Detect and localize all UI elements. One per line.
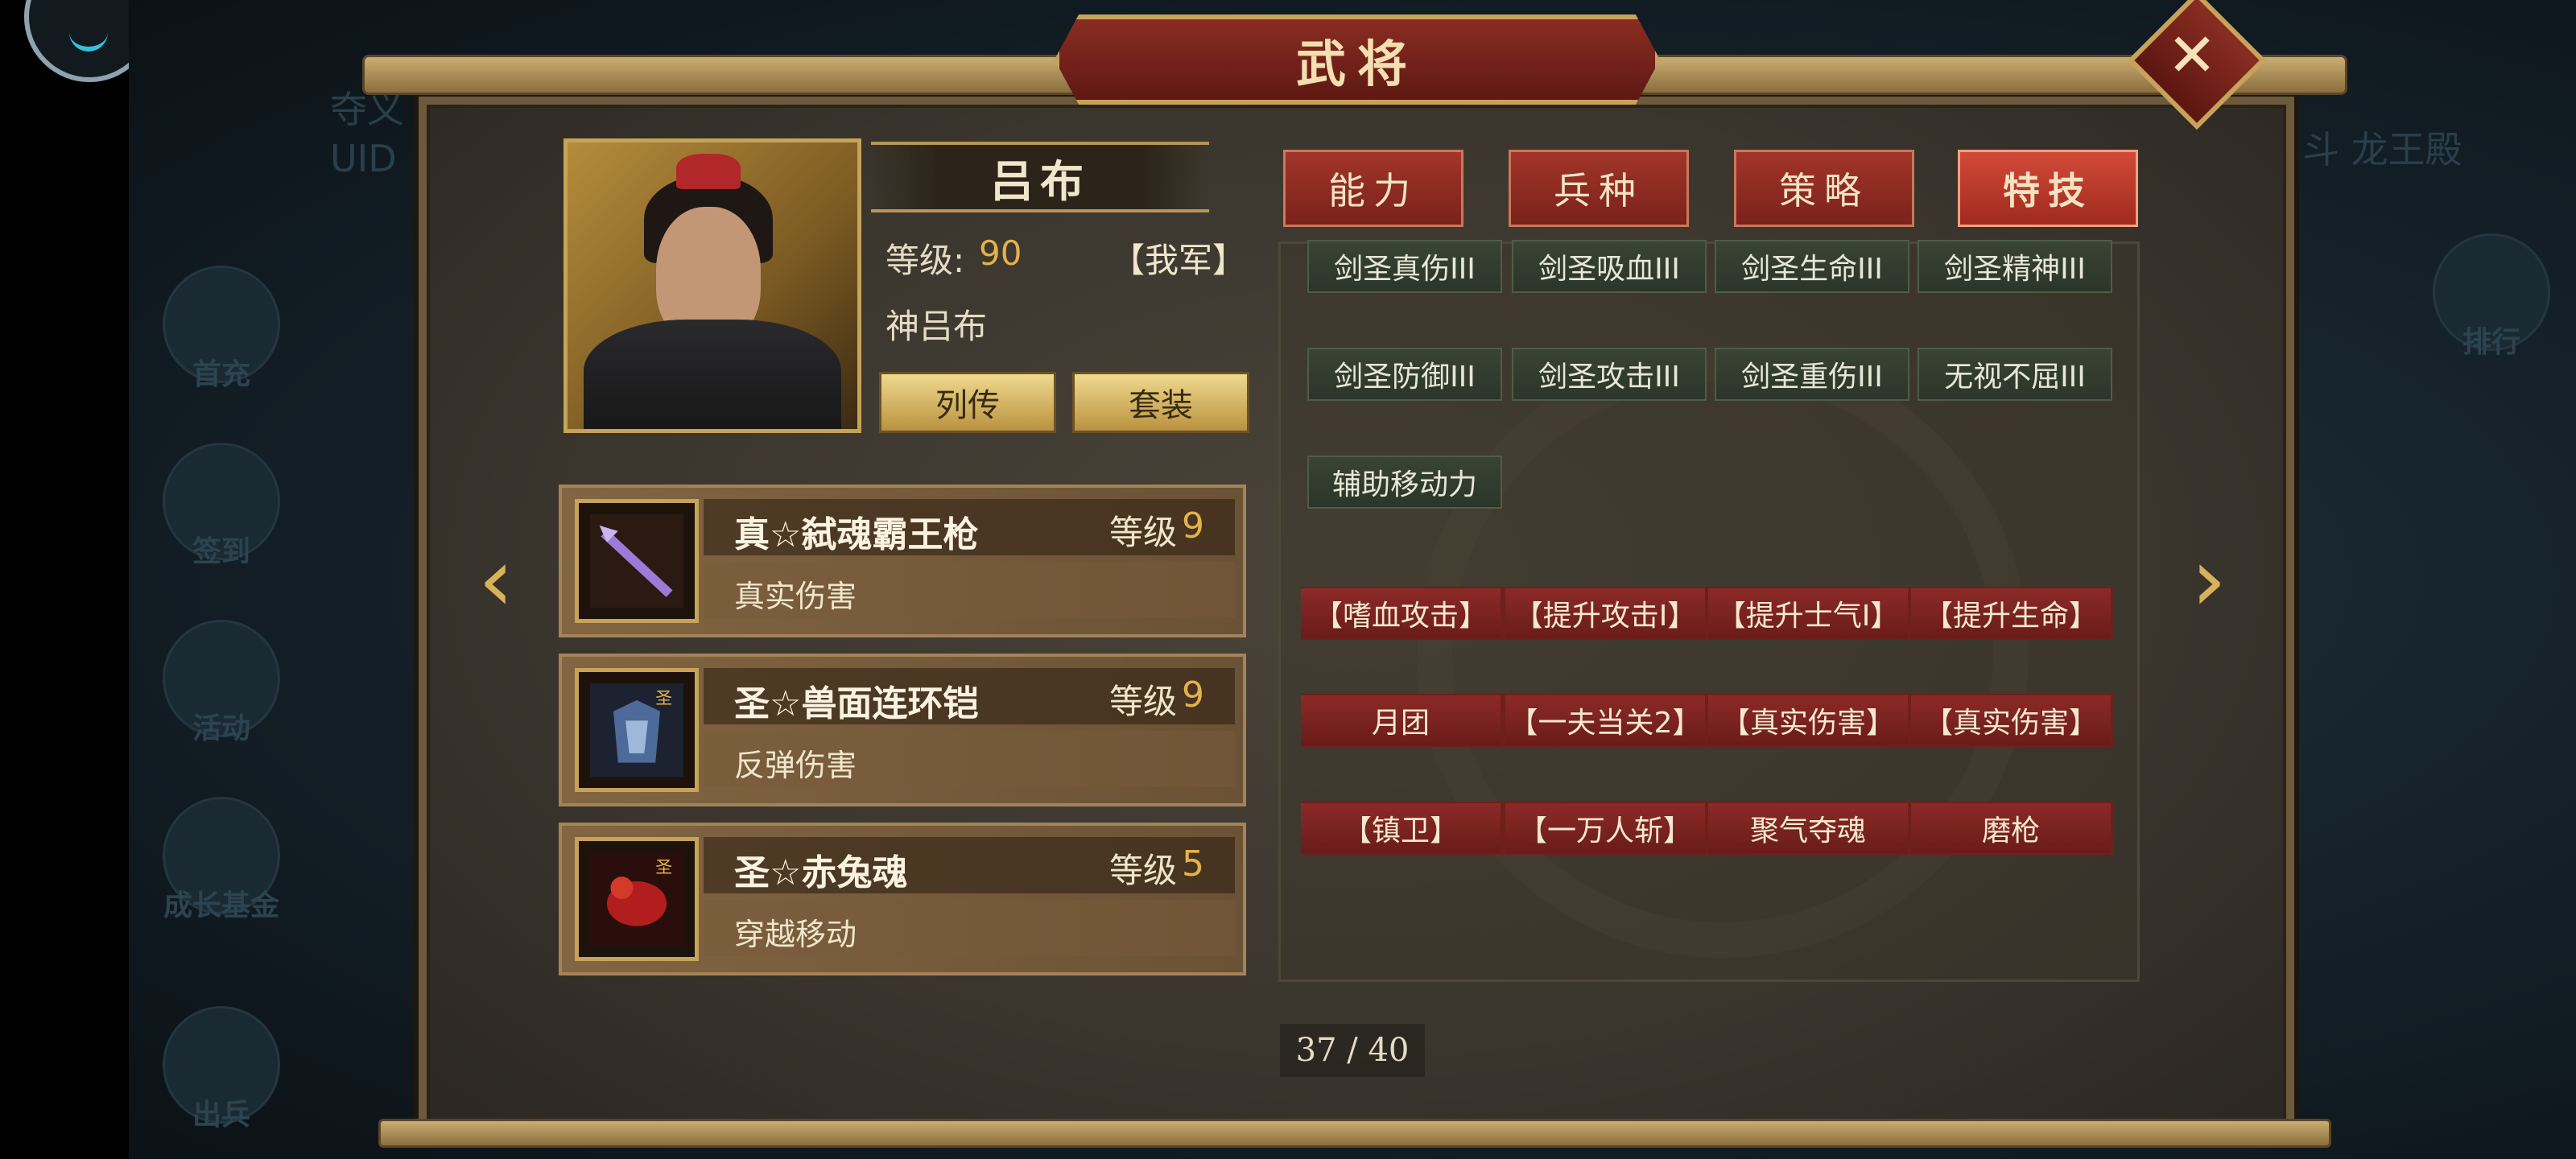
bg-menu-activity: 活动 [161, 620, 282, 747]
tab-special-skills[interactable]: 特技 [1958, 150, 2138, 227]
general-name: 吕布 [990, 155, 1090, 207]
equipment-name: 真☆弑魂霸王枪 [734, 514, 979, 555]
perk-chip[interactable]: 【一夫当关2】 [1505, 695, 1705, 745]
skill-chip[interactable]: 剑圣防御III [1307, 348, 1502, 401]
perk-chip[interactable]: 【镇卫】 [1301, 803, 1501, 853]
tab-strategy[interactable]: 策略 [1734, 150, 1914, 227]
perk-chip[interactable]: 【真实伤害】 [1708, 695, 1908, 745]
bg-menu-first-recharge: 首充 [161, 266, 282, 393]
title-plate: 武将 [1055, 14, 1660, 105]
equipment-name: 圣☆兽面连环铠 [734, 683, 979, 724]
perk-chip[interactable]: 【提升攻击Ⅰ】 [1505, 588, 1705, 638]
level-value: 90 [979, 233, 1022, 273]
bg-menu-dispatch: 出兵 [161, 1006, 282, 1133]
equipment-level: 9 [1182, 674, 1204, 716]
bg-menu-growth-fund: 成长基金 [161, 797, 282, 924]
biography-button[interactable]: 列传 [879, 372, 1056, 433]
skill-chip[interactable]: 剑圣吸血III [1512, 240, 1707, 293]
skill-chip[interactable]: 辅助移动力 [1307, 456, 1502, 509]
perk-chip[interactable]: 【提升士气Ⅰ】 [1708, 588, 1908, 638]
left-letterbox [0, 0, 129, 1159]
equipment-slot-weapon[interactable]: 真☆弑魂霸王枪 等级 9 真实伤害 [559, 485, 1246, 637]
equipment-name: 圣☆赤兔魂 [734, 852, 908, 893]
bg-top-text: 斗 龙王殿 [2302, 128, 2462, 171]
close-icon[interactable]: ✕ [2148, 11, 2236, 100]
general-title: 神吕布 [886, 307, 988, 346]
skill-chip[interactable]: 无视不屈III [1918, 348, 2112, 401]
name-plate: 吕布 [871, 142, 1209, 212]
equipment-level: 9 [1182, 505, 1204, 547]
skill-chip[interactable]: 剑圣攻击III [1512, 348, 1707, 401]
perk-chip[interactable]: 聚气夺魂 [1708, 803, 1908, 853]
perk-chip[interactable]: 【真实伤害】 [1911, 695, 2111, 745]
bg-uid-label: UID [330, 137, 397, 180]
faction-label: 【我军】 [1111, 241, 1247, 280]
tab-troop-type[interactable]: 兵种 [1509, 150, 1689, 227]
skill-chip[interactable]: 剑圣生命III [1715, 240, 1909, 293]
bg-menu-ranking: 排行 [2431, 233, 2552, 361]
equipment-effect: 穿越移动 [734, 917, 857, 952]
window-title: 武将 [1295, 35, 1418, 93]
skill-chip[interactable]: 剑圣重伤III [1715, 348, 1909, 401]
equipment-level-label: 等级 [1109, 513, 1178, 552]
skill-chip[interactable]: 剑圣真伤III [1307, 240, 1502, 293]
skill-chip[interactable]: 剑圣精神III [1918, 240, 2112, 293]
equipment-level-label: 等级 [1109, 682, 1178, 721]
general-portrait [564, 138, 861, 433]
equipment-level: 5 [1182, 843, 1204, 885]
equipment-level-label: 等级 [1109, 851, 1178, 890]
armor-icon: 圣 [575, 668, 699, 792]
spear-icon [575, 499, 699, 623]
equipment-effect: 反弹伤害 [734, 748, 857, 783]
perk-chip[interactable]: 月团 [1301, 695, 1501, 745]
level-label: 等级: [886, 241, 965, 280]
svg-text:圣: 圣 [655, 858, 672, 877]
chevron-right-icon[interactable]: › [2177, 535, 2241, 624]
bg-menu-signin: 签到 [161, 443, 282, 570]
perk-chip[interactable]: 磨枪 [1911, 803, 2111, 853]
perk-chip[interactable]: 【一万人斩】 [1505, 803, 1705, 853]
perk-chip[interactable]: 【提升生命】 [1911, 588, 2111, 638]
horse-icon: 圣 [575, 837, 699, 961]
equipment-effect: 真实伤害 [734, 579, 857, 614]
panel-bottom-rail [378, 1119, 2331, 1148]
tab-ability[interactable]: 能力 [1283, 150, 1463, 227]
perk-chip[interactable]: 【嗜血攻击】 [1301, 588, 1501, 638]
page-indicator: 37 / 40 [1280, 1024, 1425, 1077]
equipment-slot-mount[interactable]: 圣 圣☆赤兔魂 等级 5 穿越移动 [559, 823, 1246, 975]
set-button[interactable]: 套装 [1072, 372, 1249, 433]
svg-text:圣: 圣 [655, 689, 672, 708]
equipment-slot-armor[interactable]: 圣 圣☆兽面连环铠 等级 9 反弹伤害 [559, 654, 1246, 806]
chevron-left-icon[interactable]: ‹ [464, 535, 528, 624]
